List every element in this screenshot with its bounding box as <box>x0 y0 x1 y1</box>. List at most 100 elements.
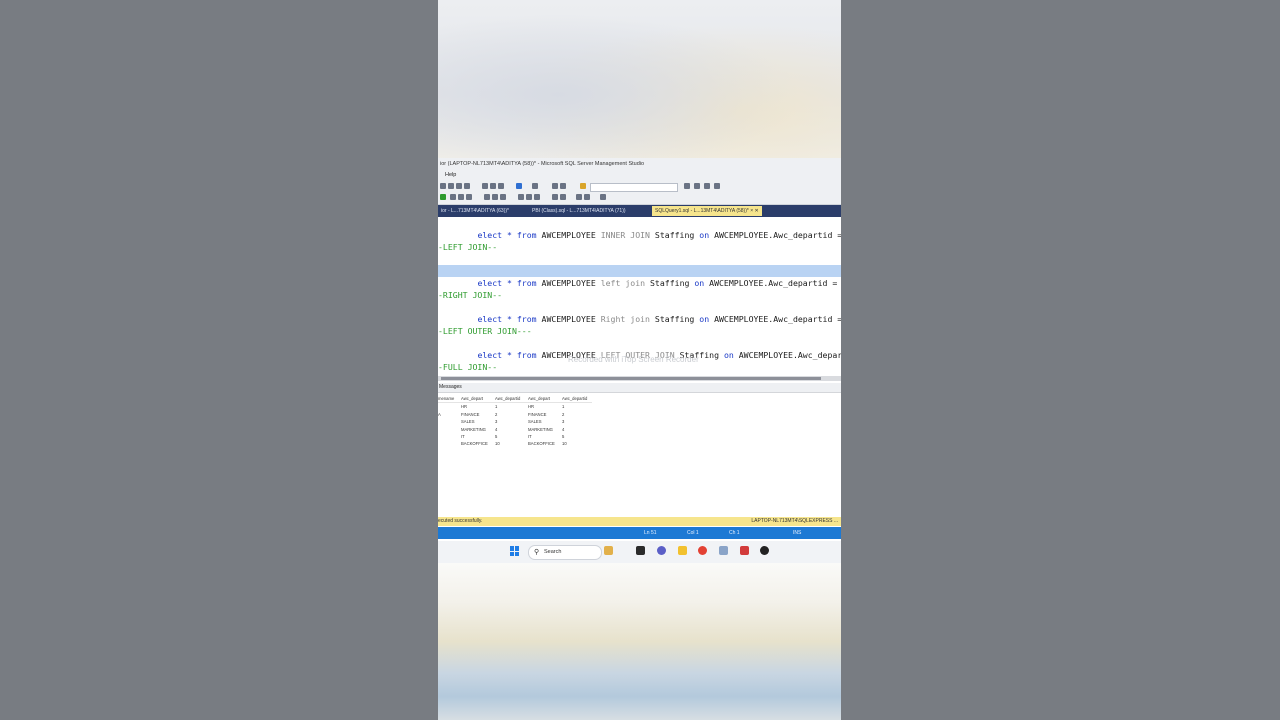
table-cell: 4 <box>562 426 565 432</box>
toolbox-icon[interactable] <box>704 183 710 189</box>
outdent-icon[interactable] <box>584 194 590 200</box>
properties-icon[interactable] <box>560 183 566 189</box>
column-header: mename <box>438 396 455 401</box>
blurred-bottom-backdrop <box>438 563 841 720</box>
taskbar-search[interactable]: ⚲ Search <box>528 545 602 560</box>
chrome-icon[interactable] <box>698 546 707 555</box>
table-cell <box>438 433 461 440</box>
save-icon[interactable] <box>456 183 462 189</box>
table-row[interactable]: IT 5 IT 5 <box>438 433 592 440</box>
table-row[interactable]: A FINANCE 2 FINANCE 2 <box>438 411 592 418</box>
results-grid[interactable]: mename Awc_depart Awc_departid Awc_depar… <box>438 395 592 448</box>
table-cell <box>438 403 461 410</box>
increase-indent-icon[interactable] <box>560 194 566 200</box>
table-row[interactable]: SALES 3 SALES 3 <box>438 418 592 425</box>
table-row[interactable]: HR 1 HR 1 <box>438 403 592 410</box>
ssms-window: ior (LAPTOP-NL713MT4\ADITYA (58))* - Mic… <box>438 158 841 563</box>
redo-icon[interactable] <box>532 183 538 189</box>
table-cell: 2 <box>562 411 565 417</box>
tab-pbi-class[interactable]: PBI (Class).sql - L...713MT4\ADITYA (71)… <box>529 206 629 216</box>
ssms-app-icon[interactable] <box>719 546 728 555</box>
recorder-app-icon[interactable] <box>740 546 749 555</box>
intellisense-icon[interactable] <box>466 194 472 200</box>
table-cell: BACKOFFICE <box>528 441 555 447</box>
save-all-icon[interactable] <box>464 183 470 189</box>
tab-messages[interactable]: Messages <box>438 383 841 393</box>
media-player-icon[interactable] <box>760 546 769 555</box>
open-file-icon[interactable] <box>448 183 454 189</box>
editor-position-bar: Ln 51 Col 1 Ch 1 INS <box>438 527 841 539</box>
table-cell: 1 <box>495 404 498 410</box>
video-right-pillar <box>841 0 1280 720</box>
window-layout-icon[interactable] <box>714 183 720 189</box>
results-to-file-icon[interactable] <box>500 194 506 200</box>
recorder-watermark: Recorded with iTop Screen Recorder <box>568 355 699 364</box>
close-tab-icon[interactable]: × ✕ <box>750 208 759 214</box>
scrollbar-thumb[interactable] <box>441 377 821 380</box>
search-icon: ⚲ <box>534 549 540 556</box>
wrench-icon[interactable] <box>694 183 700 189</box>
table-row[interactable]: MARKETING 4 MARKETING 4 <box>438 426 592 433</box>
chat-icon[interactable] <box>657 546 666 555</box>
query-editor[interactable]: elect * from AWCEMPLOYEE INNER JOIN Staf… <box>438 217 841 377</box>
windows-start-icon[interactable] <box>510 546 520 556</box>
uncomment-icon[interactable] <box>526 194 532 200</box>
table-cell: 3 <box>562 419 565 425</box>
solution-icon[interactable] <box>552 183 558 189</box>
column-header: Awc_depart <box>461 396 484 401</box>
cut-icon[interactable] <box>482 183 488 189</box>
comment-left-join: -LEFT JOIN-- <box>438 242 498 252</box>
bookmark-icon[interactable] <box>534 194 540 200</box>
table-row[interactable]: BACKOFFICE 10 BACKOFFICE 10 <box>438 440 592 447</box>
code-line-left-join-selected: elect * from AWCEMPLOYEE left join Staff… <box>438 265 841 288</box>
server-name: LAPTOP-NL713MT4\SQLEXPRESS ... <box>751 518 838 524</box>
table-cell: FINANCE <box>528 411 547 417</box>
menu-item-help[interactable]: Help <box>438 172 456 178</box>
results-to-grid-icon[interactable] <box>492 194 498 200</box>
new-query-icon[interactable] <box>440 183 446 189</box>
table-cell: 10 <box>562 441 567 447</box>
column-header: Awc_departid <box>562 396 588 401</box>
toggle-icon[interactable] <box>600 194 606 200</box>
table-cell: 2 <box>495 411 498 417</box>
table-cell <box>438 440 461 447</box>
decrease-indent-icon[interactable] <box>552 194 558 200</box>
table-cell: 4 <box>495 426 498 432</box>
find-icon[interactable] <box>580 183 586 189</box>
query-options-icon[interactable] <box>458 194 464 200</box>
table-cell: SALES <box>461 419 475 425</box>
table-cell: FINANCE <box>461 411 480 417</box>
blurred-top-backdrop <box>438 0 841 158</box>
tab-sqlquery1[interactable]: SQLQuery1.sql - L...13MT4\ADITYA (58))* … <box>652 206 762 216</box>
parse-check-icon[interactable] <box>440 194 446 200</box>
table-cell <box>438 426 461 433</box>
insert-mode-indicator: INS <box>793 530 802 536</box>
status-message: ecuted successfully. <box>438 518 483 524</box>
tab-ior[interactable]: ior - L...713MT4\ADITYA (63))* <box>438 206 512 216</box>
specify-values-icon[interactable] <box>576 194 582 200</box>
code-line-left-outer-join: elect * from AWCEMPLOYEE LEFT OUTER JOIN… <box>477 350 841 360</box>
table-cell: SALES <box>528 419 542 425</box>
results-to-text-icon[interactable] <box>484 194 490 200</box>
task-view-icon[interactable] <box>636 546 645 555</box>
comment-out-icon[interactable] <box>518 194 524 200</box>
undo-icon[interactable] <box>516 183 522 189</box>
line-indicator: Ln 51 <box>644 530 657 536</box>
paste-icon[interactable] <box>498 183 504 189</box>
object-explorer-icon[interactable] <box>684 183 690 189</box>
display-plan-icon[interactable] <box>450 194 456 200</box>
tab-label: PBI (Class).sql - L...713MT4\ADITYA (71)… <box>532 208 626 214</box>
file-explorer-icon[interactable] <box>678 546 687 555</box>
copy-icon[interactable] <box>490 183 496 189</box>
search-combo[interactable] <box>590 183 678 192</box>
table-cell: MARKETING <box>528 426 553 432</box>
messages-tab-label: Messages <box>439 384 462 390</box>
document-tab-bar: ior - L...713MT4\ADITYA (63))* PBI (Clas… <box>438 205 841 217</box>
code-line-inner-join: elect * from AWCEMPLOYEE INNER JOIN Staf… <box>477 230 841 240</box>
table-cell: BACKOFFICE <box>461 441 488 447</box>
table-cell: 3 <box>495 419 498 425</box>
tab-label: ior - L...713MT4\ADITYA (63))* <box>441 208 509 214</box>
editor-horizontal-scrollbar[interactable] <box>438 376 841 381</box>
widgets-icon[interactable] <box>604 546 613 555</box>
grid-header-row: mename Awc_depart Awc_departid Awc_depar… <box>438 395 592 404</box>
